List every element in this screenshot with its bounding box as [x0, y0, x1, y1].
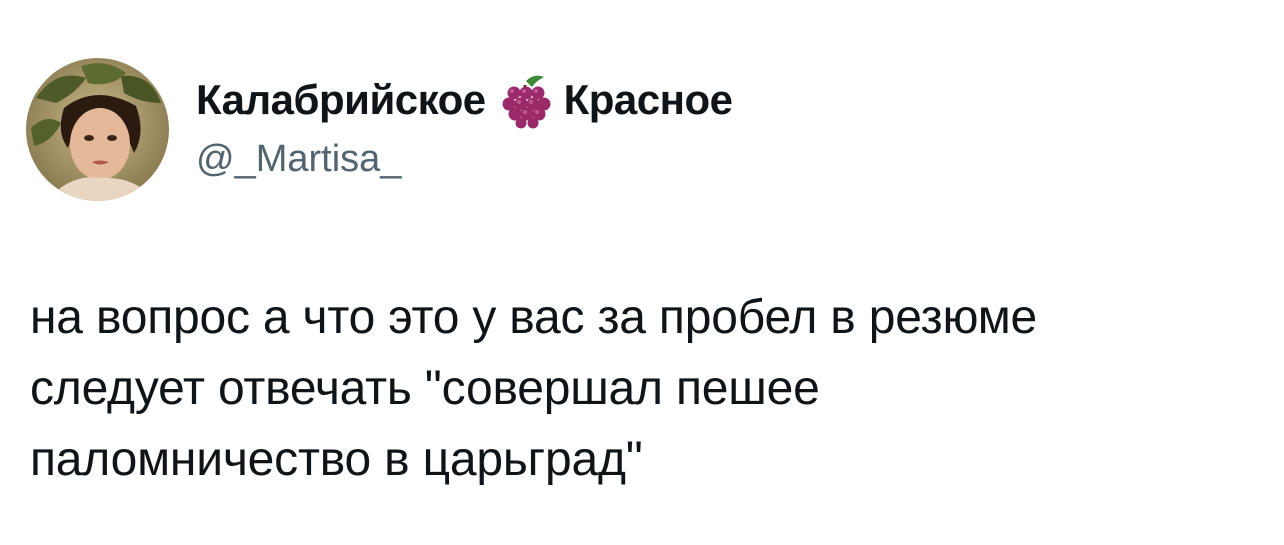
display-name-part1[interactable]: Калабрийское [196, 76, 486, 124]
tweet-text-line: на вопрос а что это у вас за пробел в ре… [30, 291, 1038, 344]
tweet-text: на вопрос а что это у вас за пробел в ре… [30, 282, 1250, 495]
tweet-card: Калабрийское Красное @_Martisa_ на вопро… [0, 0, 1284, 545]
grapes-icon [496, 71, 554, 129]
tweet-text-line: паломничество в царьград" [30, 433, 643, 486]
avatar[interactable] [26, 58, 169, 201]
display-name-part2[interactable]: Красное [564, 76, 733, 124]
author-handle[interactable]: @_Martisa_ [196, 138, 401, 181]
author-name-row[interactable]: Калабрийское Красное [196, 71, 733, 129]
tweet-text-line: следует отвечать "совершал пешее [30, 362, 820, 415]
